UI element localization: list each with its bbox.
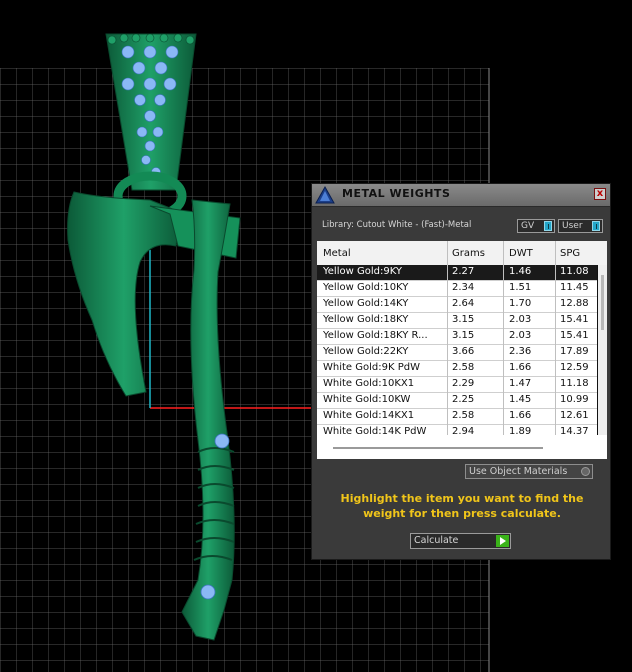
cell-dwt: 1.66: [509, 362, 532, 373]
use-object-materials-label: Use Object Materials: [469, 466, 568, 477]
cell-grams: 3.15: [452, 330, 475, 341]
cell-grams: 2.27: [452, 266, 475, 277]
col-divider: [555, 241, 556, 435]
cell-grams: 2.58: [452, 362, 475, 373]
calculate-label: Calculate: [414, 535, 459, 546]
cell-dwt: 2.36: [509, 346, 532, 357]
gv-toggle-knob: [544, 221, 552, 231]
table-horizontal-scrollbar[interactable]: [317, 435, 607, 459]
cell-metal: White Gold:10KX1: [323, 378, 415, 389]
cell-spg: 12.88: [560, 298, 589, 309]
play-arrow-icon[interactable]: [496, 535, 509, 547]
handle-gem-upper: [214, 433, 230, 449]
cell-dwt: 2.03: [509, 330, 532, 341]
cell-dwt: 1.70: [509, 298, 532, 309]
use-object-materials-option[interactable]: Use Object Materials: [465, 464, 593, 479]
cell-metal: White Gold:14KX1: [323, 410, 415, 421]
user-toggle[interactable]: User: [558, 219, 603, 233]
cell-dwt: 1.47: [509, 378, 532, 389]
cell-grams: 2.25: [452, 394, 475, 405]
radio-icon[interactable]: [581, 467, 590, 476]
cell-spg: 17.89: [560, 346, 589, 357]
cell-spg: 12.59: [560, 362, 589, 373]
cell-dwt: 1.46: [509, 266, 532, 277]
cell-grams: 2.64: [452, 298, 475, 309]
cell-metal: Yellow Gold:10KY: [323, 282, 409, 293]
cell-metal: Yellow Gold:18KY R...: [323, 330, 428, 341]
col-header-metal[interactable]: Metal: [323, 248, 351, 259]
col-header-dwt[interactable]: DWT: [509, 248, 533, 259]
panel-title: METAL WEIGHTS: [342, 187, 451, 200]
cell-grams: 2.58: [452, 410, 475, 421]
col-header-grams[interactable]: Grams: [452, 248, 485, 259]
close-button[interactable]: x: [594, 188, 606, 200]
cell-spg: 15.41: [560, 330, 589, 341]
vertical-scroll-thumb[interactable]: [601, 275, 604, 330]
cell-spg: 11.45: [560, 282, 589, 293]
col-divider: [503, 241, 504, 435]
cell-metal: Yellow Gold:22KY: [323, 346, 409, 357]
metal-table: Metal Grams DWT SPG Yellow Gold:9KY 2.27 1…: [317, 241, 607, 459]
horizontal-scroll-thumb[interactable]: [333, 447, 543, 449]
cell-grams: 3.66: [452, 346, 475, 357]
handle-gem-lower: [200, 584, 216, 600]
cell-spg: 11.08: [560, 266, 589, 277]
cell-spg: 12.61: [560, 410, 589, 421]
user-toggle-label: User: [562, 221, 583, 231]
cell-grams: 2.29: [452, 378, 475, 389]
panel-titlebar[interactable]: METAL WEIGHTS x: [312, 184, 610, 207]
user-toggle-knob: [592, 221, 600, 231]
cell-metal: Yellow Gold:18KY: [323, 314, 409, 325]
cell-grams: 3.15: [452, 314, 475, 325]
instruction-text: Highlight the item you want to find the …: [340, 492, 584, 520]
app-logo-icon: [314, 185, 336, 205]
cell-metal: Yellow Gold:9KY: [323, 266, 402, 277]
cell-dwt: 1.51: [509, 282, 532, 293]
col-divider: [447, 241, 448, 435]
table-vertical-scrollbar[interactable]: [598, 265, 607, 435]
cell-spg: 15.41: [560, 314, 589, 325]
cell-spg: 10.99: [560, 394, 589, 405]
cell-spg: 11.18: [560, 378, 589, 389]
library-label: Library: Cutout White - (Fast)-Metal: [322, 220, 472, 230]
cell-metal: White Gold:9K PdW: [323, 362, 420, 373]
cell-dwt: 2.03: [509, 314, 532, 325]
cell-grams: 2.34: [452, 282, 475, 293]
table-header: Metal Grams DWT SPG: [317, 241, 607, 265]
cell-metal: Yellow Gold:14KY: [323, 298, 409, 309]
cell-metal: White Gold:10KW: [323, 394, 411, 405]
metal-weights-panel: METAL WEIGHTS x Library: Cutout White - …: [311, 183, 611, 560]
calculate-button[interactable]: Calculate: [410, 533, 511, 549]
gv-toggle-label: GV: [521, 221, 535, 231]
cell-dwt: 1.66: [509, 410, 532, 421]
cell-dwt: 1.45: [509, 394, 532, 405]
col-header-spg[interactable]: SPG: [560, 248, 580, 259]
gv-toggle[interactable]: GV: [517, 219, 555, 233]
